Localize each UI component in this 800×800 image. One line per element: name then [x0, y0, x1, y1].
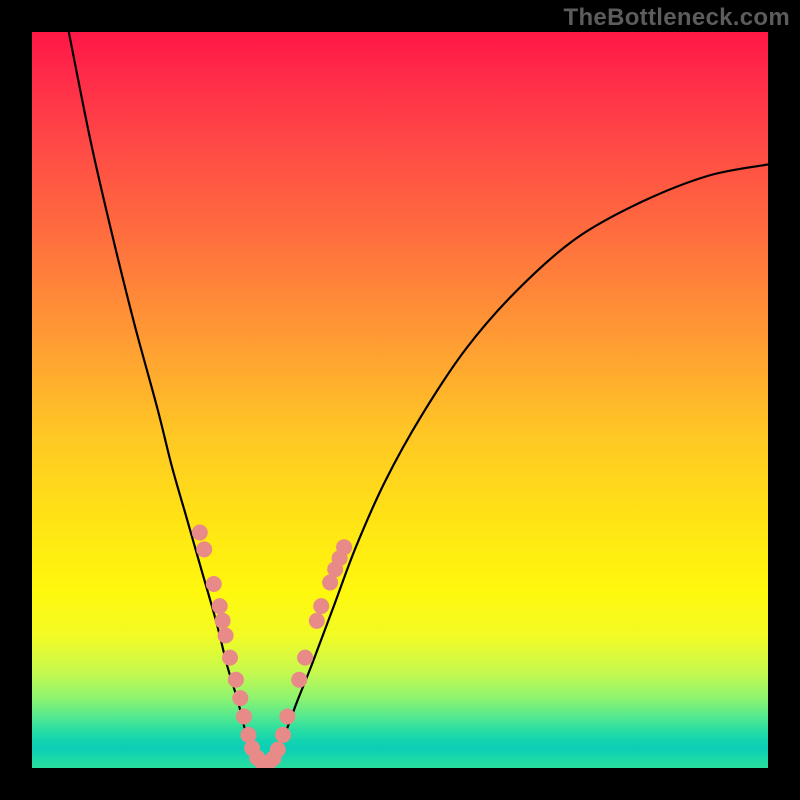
marker-dot	[212, 598, 228, 614]
plot-area	[32, 32, 768, 768]
highlight-dots	[192, 525, 352, 769]
marker-dot	[215, 613, 231, 629]
marker-dot	[192, 525, 208, 541]
marker-dot	[270, 742, 286, 758]
bottleneck-curve	[69, 32, 768, 764]
marker-dot	[232, 690, 248, 706]
marker-dot	[313, 598, 329, 614]
marker-dot	[218, 628, 234, 644]
marker-dot	[236, 709, 252, 725]
marker-dot	[309, 613, 325, 629]
marker-dot	[228, 672, 244, 688]
marker-dot	[279, 709, 295, 725]
watermark-text: TheBottleneck.com	[564, 4, 790, 32]
chart-svg	[32, 32, 768, 768]
marker-dot	[206, 576, 222, 592]
marker-dot	[291, 672, 307, 688]
chart-frame: TheBottleneck.com	[0, 0, 800, 800]
marker-dot	[275, 727, 291, 743]
marker-dot	[297, 650, 313, 666]
marker-dot	[336, 539, 352, 555]
marker-dot	[196, 541, 212, 557]
marker-dot	[222, 650, 238, 666]
